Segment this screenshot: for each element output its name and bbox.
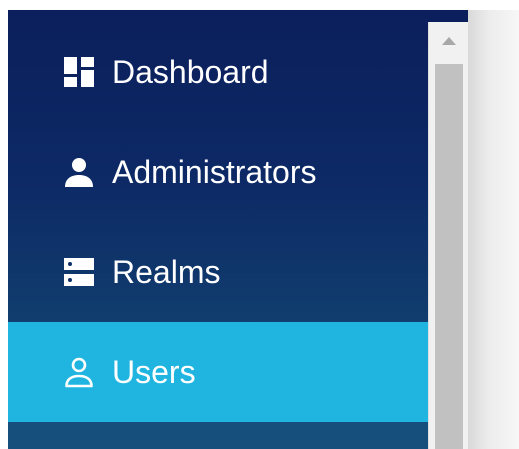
server-icon xyxy=(62,255,96,289)
scrollbar-thumb[interactable] xyxy=(435,64,463,449)
sidebar-item-users[interactable]: Users xyxy=(8,322,428,422)
person-outline-icon xyxy=(62,355,96,389)
scroll-up-button[interactable] xyxy=(429,22,468,62)
sidebar-nav: Dashboard Administrators Realms Users xyxy=(8,10,428,449)
dashboard-icon xyxy=(62,55,96,89)
chevron-up-icon xyxy=(441,33,457,51)
sidebar-item-realms[interactable]: Realms xyxy=(8,222,428,322)
sidebar-item-administrators[interactable]: Administrators xyxy=(8,122,428,222)
sidebar-item-label: Users xyxy=(112,353,196,390)
sidebar-item-label: Dashboard xyxy=(112,53,269,90)
sidebar-scrollbar[interactable] xyxy=(428,22,468,449)
sidebar-item-label: Administrators xyxy=(112,153,317,190)
sidebar-next-item-partial xyxy=(8,422,428,449)
content-shadow-edge xyxy=(468,10,519,449)
sidebar-item-label: Realms xyxy=(112,253,221,290)
app-frame: Dashboard Administrators Realms Users xyxy=(0,0,519,449)
sidebar-item-dashboard[interactable]: Dashboard xyxy=(8,22,428,122)
person-icon xyxy=(62,155,96,189)
sidebar-top-edge xyxy=(428,10,468,22)
